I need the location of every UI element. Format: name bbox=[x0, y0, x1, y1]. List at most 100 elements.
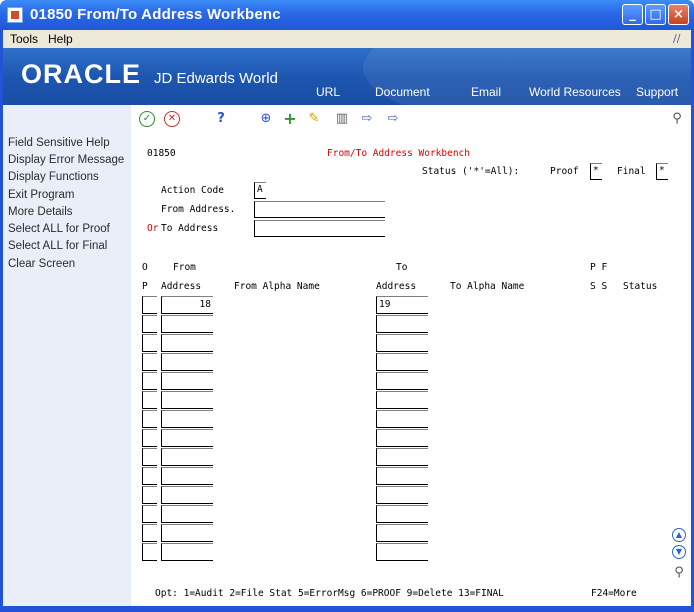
row-option-field[interactable] bbox=[142, 429, 157, 447]
more-functions: F24=More bbox=[591, 588, 637, 599]
from-address-label: From Address. bbox=[161, 204, 236, 215]
inquire-icon[interactable]: ⊕ bbox=[258, 111, 274, 127]
row-to-address-field[interactable] bbox=[376, 353, 428, 371]
row-to-address-field[interactable] bbox=[376, 410, 428, 428]
exit-display-error-message[interactable]: Display Error Message bbox=[8, 154, 124, 166]
exit-field-sensitive-help[interactable]: Field Sensitive Help bbox=[8, 137, 110, 149]
proof-status-field[interactable]: * bbox=[590, 163, 602, 180]
row-to-address-field[interactable] bbox=[376, 315, 428, 333]
nav-support[interactable]: Support bbox=[636, 85, 678, 99]
final-status-field[interactable]: * bbox=[656, 163, 668, 180]
scroll-up-icon[interactable]: ▲ bbox=[672, 528, 686, 542]
row-to-address-field[interactable] bbox=[376, 372, 428, 390]
row-to-address-field[interactable] bbox=[376, 486, 428, 504]
row-option-field[interactable] bbox=[142, 448, 157, 466]
nav-document[interactable]: Document bbox=[375, 85, 430, 99]
check-icon[interactable]: ✓ bbox=[139, 111, 155, 127]
col-p-header: P bbox=[142, 281, 148, 292]
row-from-address-field[interactable]: 18 bbox=[161, 296, 213, 314]
row-from-address-field[interactable] bbox=[161, 410, 213, 428]
option-legend: Opt: 1=Audit 2=File Stat 5=ErrorMsg 6=PR… bbox=[155, 588, 504, 599]
row-from-address-field[interactable] bbox=[161, 467, 213, 485]
maximize-button[interactable]: □ bbox=[645, 4, 666, 25]
row-from-address-field[interactable] bbox=[161, 505, 213, 523]
to-address-field[interactable] bbox=[254, 220, 385, 237]
menu-tools[interactable]: Tools bbox=[10, 32, 38, 46]
row-from-address-field[interactable] bbox=[161, 486, 213, 504]
row-from-address-field[interactable] bbox=[161, 543, 213, 561]
help-icon[interactable]: ? bbox=[213, 111, 229, 127]
exit-exit-program[interactable]: Exit Program bbox=[8, 189, 74, 201]
row-to-address-field[interactable] bbox=[376, 334, 428, 352]
row-from-address-field[interactable] bbox=[161, 524, 213, 542]
col-to-header: To bbox=[396, 262, 408, 273]
row-from-address-field[interactable] bbox=[161, 429, 213, 447]
row-to-address-field[interactable] bbox=[376, 524, 428, 542]
col-pf-header: P F bbox=[590, 262, 608, 273]
action-code-label: Action Code bbox=[161, 185, 224, 196]
exit-clear-screen[interactable]: Clear Screen bbox=[8, 258, 75, 270]
row-from-address-field[interactable] bbox=[161, 448, 213, 466]
row-option-field[interactable] bbox=[142, 353, 157, 371]
title-bar[interactable]: 01850 From/To Address Workbenc _ □ × bbox=[0, 0, 694, 30]
delete-icon[interactable]: ▥ bbox=[334, 111, 350, 127]
app-icon bbox=[7, 7, 23, 23]
nav-url[interactable]: URL bbox=[316, 85, 340, 99]
exit-select-all-final[interactable]: Select ALL for Final bbox=[8, 240, 107, 252]
col-from-alpha-header: From Alpha Name bbox=[234, 281, 320, 292]
cancel-icon[interactable]: ✕ bbox=[164, 111, 180, 127]
row-from-address-field[interactable] bbox=[161, 353, 213, 371]
row-option-field[interactable] bbox=[142, 391, 157, 409]
scroll-down-icon[interactable]: ▼ bbox=[672, 545, 686, 559]
row-option-field[interactable] bbox=[142, 524, 157, 542]
nav-world-resources[interactable]: World Resources bbox=[529, 85, 621, 99]
row-option-field[interactable] bbox=[142, 315, 157, 333]
row-from-address-field[interactable] bbox=[161, 391, 213, 409]
window-bottom-border bbox=[3, 606, 691, 612]
row-to-address-field[interactable] bbox=[376, 391, 428, 409]
proof-label: Proof bbox=[550, 166, 579, 177]
resize-icon: ∕∕ bbox=[673, 32, 681, 45]
row-from-address-field[interactable] bbox=[161, 372, 213, 390]
col-from-address-header: Address bbox=[161, 281, 202, 292]
paste-icon[interactable]: ⇨ bbox=[385, 111, 401, 127]
row-option-field[interactable] bbox=[142, 334, 157, 352]
form-title: From/To Address Workbench bbox=[327, 148, 470, 159]
row-option-field[interactable] bbox=[142, 372, 157, 390]
edit-icon[interactable]: ✎ bbox=[306, 111, 322, 127]
minimize-button[interactable]: _ bbox=[622, 4, 643, 25]
row-option-field[interactable] bbox=[142, 467, 157, 485]
row-from-address-field[interactable] bbox=[161, 315, 213, 333]
row-option-field[interactable] bbox=[142, 505, 157, 523]
row-to-address-field[interactable] bbox=[376, 467, 428, 485]
col-status-header: Status bbox=[623, 281, 658, 292]
copy-icon[interactable]: ⇨ bbox=[359, 111, 375, 127]
menu-help[interactable]: Help bbox=[48, 32, 73, 46]
row-to-address-field[interactable] bbox=[376, 505, 428, 523]
final-label: Final bbox=[617, 166, 646, 177]
add-icon[interactable]: + bbox=[282, 111, 298, 127]
row-option-field[interactable] bbox=[142, 543, 157, 561]
row-to-address-field[interactable]: 19 bbox=[376, 296, 428, 314]
exit-select-all-proof[interactable]: Select ALL for Proof bbox=[8, 223, 110, 235]
row-option-field[interactable] bbox=[142, 486, 157, 504]
search-icon[interactable]: ⚲ bbox=[669, 111, 685, 127]
exit-pane: Field Sensitive Help Display Error Messa… bbox=[3, 105, 131, 606]
exit-display-functions[interactable]: Display Functions bbox=[8, 171, 99, 183]
window-title: 01850 From/To Address Workbenc bbox=[30, 6, 281, 23]
row-from-address-field[interactable] bbox=[161, 334, 213, 352]
close-button[interactable]: × bbox=[668, 4, 689, 25]
row-to-address-field[interactable] bbox=[376, 429, 428, 447]
col-from-header: From bbox=[173, 262, 196, 273]
zoom-icon[interactable]: ⚲ bbox=[672, 566, 686, 580]
from-address-field[interactable] bbox=[254, 201, 385, 218]
row-option-field[interactable] bbox=[142, 296, 157, 314]
nav-email[interactable]: Email bbox=[471, 85, 501, 99]
row-to-address-field[interactable] bbox=[376, 448, 428, 466]
form-area: ✓ ✕ ? ⊕ + ✎ ▥ ⇨ ⇨ ⚲ 01850 From/To Addres… bbox=[131, 105, 691, 606]
row-to-address-field[interactable] bbox=[376, 543, 428, 561]
row-option-field[interactable] bbox=[142, 410, 157, 428]
exit-more-details[interactable]: More Details bbox=[8, 206, 73, 218]
action-code-field[interactable]: A bbox=[254, 182, 266, 199]
jde-logo-text: JD Edwards World bbox=[154, 70, 278, 87]
